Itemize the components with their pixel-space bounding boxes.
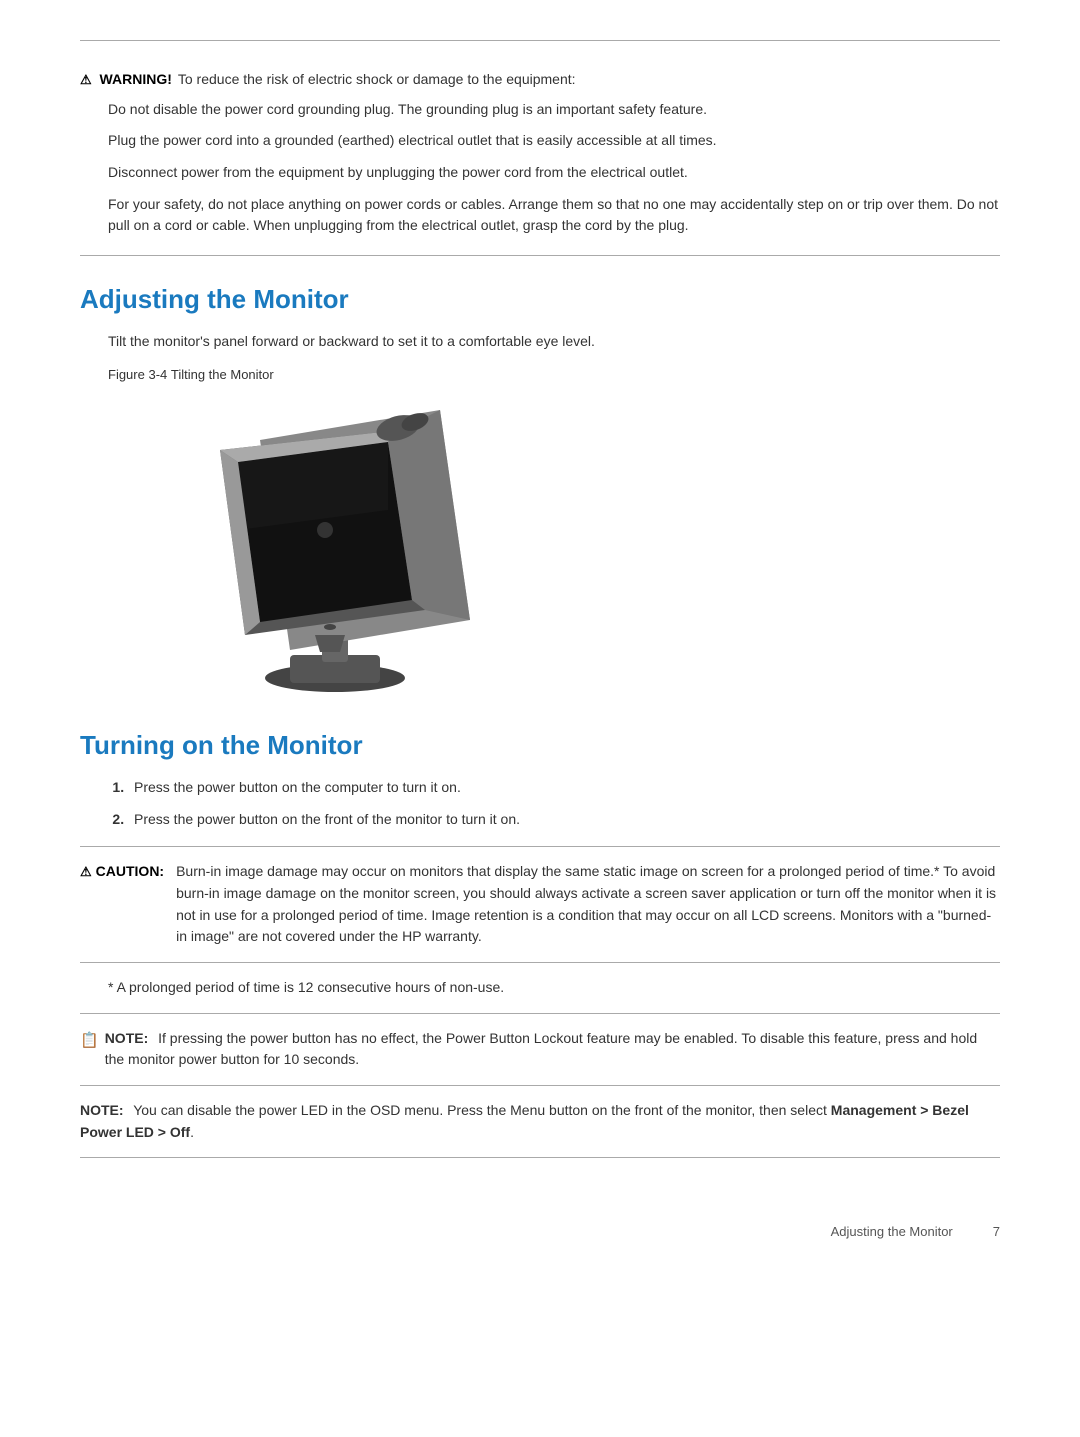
warning-para-3: Disconnect power from the equipment by u… bbox=[108, 162, 1000, 184]
section1-title: Adjusting the Monitor bbox=[80, 284, 1000, 315]
note1-label: NOTE: bbox=[105, 1030, 149, 1046]
caution-line: ⚠ CAUTION: Burn-in image damage may occu… bbox=[80, 861, 1000, 948]
note-1-block: 📋 NOTE: If pressing the power button has… bbox=[80, 1013, 1000, 1071]
note1-icon: 📋 bbox=[80, 1028, 99, 1052]
figure-label: Figure 3-4 Tilting the Monitor bbox=[108, 367, 1000, 382]
caution-label: ⚠ CAUTION: bbox=[80, 861, 164, 883]
step-2: Press the power button on the front of t… bbox=[128, 809, 1000, 831]
warning-para-2: Plug the power cord into a grounded (ear… bbox=[108, 130, 1000, 152]
caution-block: ⚠ CAUTION: Burn-in image damage may occu… bbox=[80, 846, 1000, 963]
warning-para-1: Do not disable the power cord grounding … bbox=[108, 99, 1000, 121]
section1-body: Tilt the monitor's panel forward or back… bbox=[108, 331, 1000, 353]
warning-header: ⚠ WARNING! To reduce the risk of electri… bbox=[80, 69, 1000, 91]
figure-number: Figure 3-4 bbox=[108, 367, 167, 382]
steps-list: Press the power button on the computer t… bbox=[128, 777, 1000, 830]
figure-caption-text: Tilting the Monitor bbox=[171, 367, 274, 382]
footer-page: 7 bbox=[993, 1224, 1000, 1239]
caution-triangle-icon: ⚠ bbox=[80, 862, 92, 882]
warning-para-4: For your safety, do not place anything o… bbox=[108, 194, 1000, 237]
footer: Adjusting the Monitor 7 bbox=[80, 1218, 1000, 1239]
monitor-figure bbox=[160, 390, 480, 700]
warning-label: ⚠ WARNING! bbox=[80, 69, 172, 90]
step-1: Press the power button on the computer t… bbox=[128, 777, 1000, 799]
note-2-block: NOTE: You can disable the power LED in t… bbox=[80, 1085, 1000, 1158]
caution-text: Burn-in image damage may occur on monito… bbox=[176, 861, 1000, 948]
note2-text-part2: . bbox=[190, 1124, 194, 1140]
warning-triangle-icon: ⚠ bbox=[80, 72, 92, 87]
warning-keyword: WARNING! bbox=[100, 71, 172, 87]
prolonged-note: * A prolonged period of time is 12 conse… bbox=[108, 977, 1000, 999]
section2-title: Turning on the Monitor bbox=[80, 730, 1000, 761]
warning-intro-text: To reduce the risk of electric shock or … bbox=[178, 69, 576, 91]
warning-block: ⚠ WARNING! To reduce the risk of electri… bbox=[80, 57, 1000, 256]
footer-section: Adjusting the Monitor bbox=[831, 1224, 953, 1239]
caution-keyword: CAUTION: bbox=[96, 861, 164, 883]
note2-text-part1: You can disable the power LED in the OSD… bbox=[133, 1102, 831, 1118]
note2-label: NOTE: bbox=[80, 1102, 124, 1118]
note1-text: If pressing the power button has no effe… bbox=[105, 1030, 977, 1068]
monitor-illustration bbox=[160, 390, 480, 700]
top-divider bbox=[80, 40, 1000, 41]
